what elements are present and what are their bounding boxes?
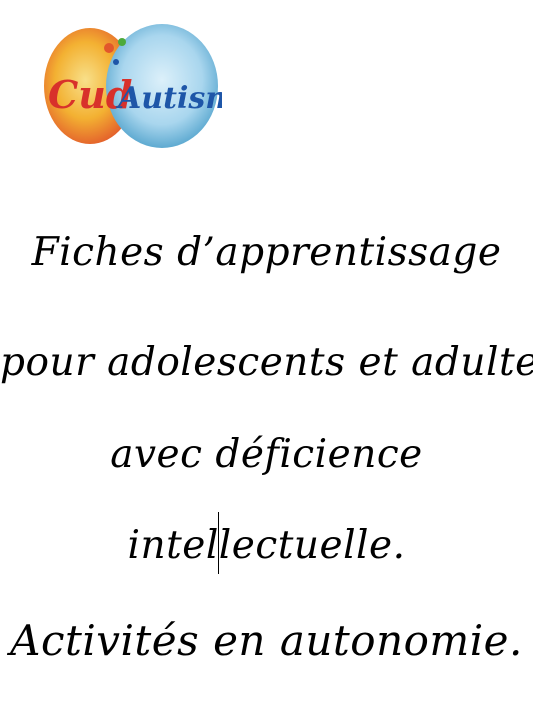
logo-text-right: Autisme [115, 81, 222, 116]
logo-dot-blue [113, 59, 119, 65]
title-line-4: intellectuelle. [127, 523, 406, 568]
cudi-autisme-logo: Cud Autisme [40, 12, 222, 162]
title-line-2: pour adolescents et adultes [0, 340, 533, 385]
text-cursor [218, 512, 219, 574]
logo-dot-green [118, 38, 126, 46]
title-line-5: Activités en autonomie. [10, 616, 523, 665]
title-line-1: Fiches d’apprentissage [31, 230, 502, 275]
logo-dot-red [104, 43, 114, 53]
title-line-3: avec déficience [110, 432, 423, 477]
